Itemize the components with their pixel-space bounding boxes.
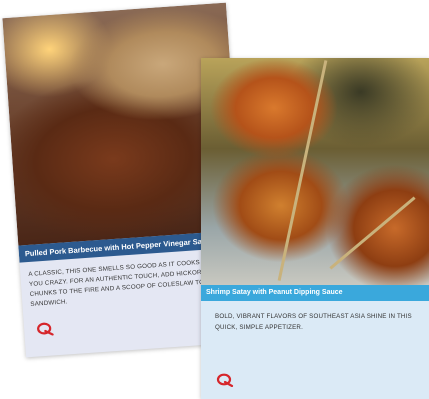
- skewer-stick: [277, 60, 328, 281]
- q-logo-icon: [216, 373, 234, 392]
- q-logo-icon: [36, 321, 55, 341]
- recipe-title-band: Shrimp Satay with Peanut Dipping Sauce: [201, 285, 429, 301]
- skewer-stick: [329, 196, 416, 270]
- recipe-card-shrimp-satay: Shrimp Satay with Peanut Dipping Sauce B…: [201, 58, 429, 399]
- shrimp-satay-photo: [201, 58, 429, 285]
- recipe-description: Bold, vibrant flavors of Southeast Asia …: [215, 313, 412, 331]
